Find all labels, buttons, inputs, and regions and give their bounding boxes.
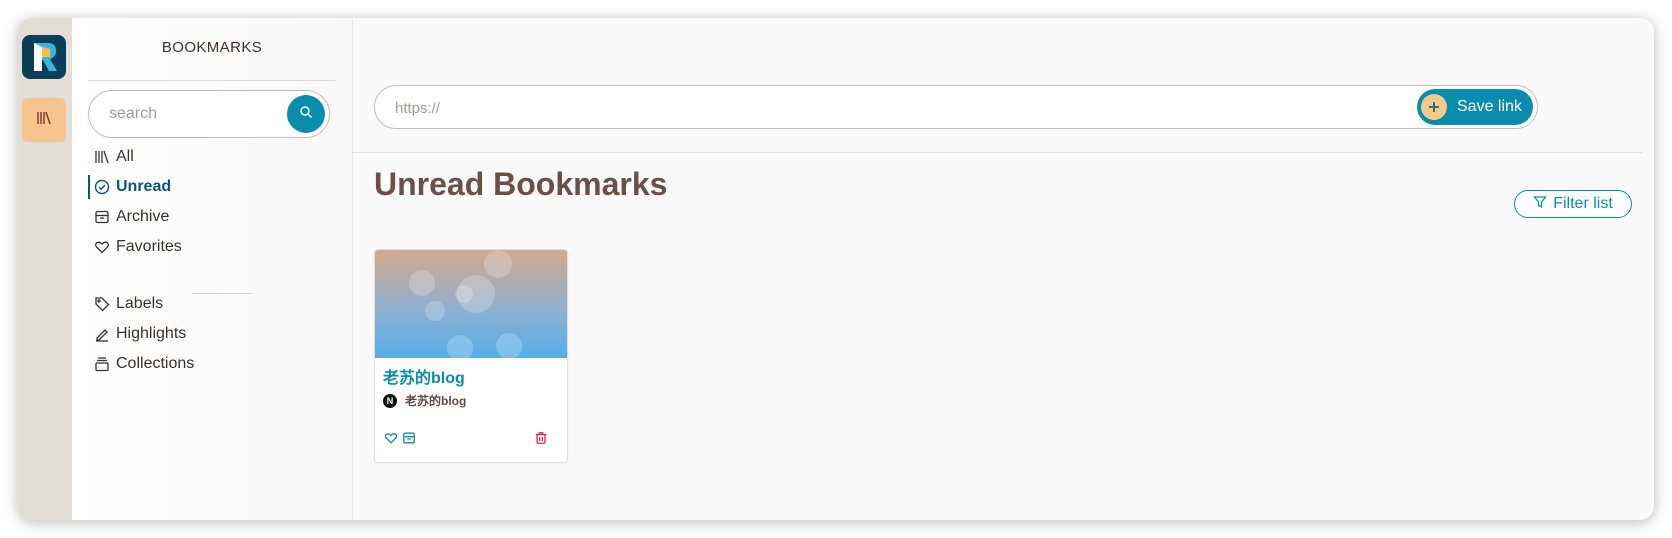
- tag-icon: [88, 296, 116, 312]
- sidebar-item-label: Highlights: [116, 325, 187, 342]
- card-site-name: 老苏的blog: [405, 394, 467, 408]
- delete-trash-icon[interactable]: [533, 430, 549, 446]
- card-title[interactable]: 老苏的blog: [383, 364, 465, 388]
- sidebar-item-highlights[interactable]: Highlights: [88, 320, 336, 348]
- highlighter-icon: [88, 326, 116, 342]
- filter-list-label: Filter list: [1553, 195, 1613, 212]
- url-bar: Save link: [374, 85, 1538, 129]
- sidebar-item-labels[interactable]: Labels: [88, 290, 336, 318]
- card-thumbnail: [375, 250, 567, 361]
- sidebar-item-label: Labels: [116, 295, 164, 312]
- main-content: Save link Unread Bookmarks Filter list: [352, 18, 1654, 520]
- favorite-heart-icon[interactable]: [383, 430, 399, 446]
- search-input[interactable]: [107, 101, 281, 127]
- bookmarks-rail-button[interactable]: [22, 98, 66, 142]
- sidebar-item-label: Collections: [116, 355, 195, 372]
- url-input[interactable]: [393, 95, 1397, 121]
- sidebar: BOOKMARKS All: [72, 18, 353, 520]
- filter-list-button[interactable]: Filter list: [1514, 190, 1632, 218]
- sidebar-item-all[interactable]: All: [88, 143, 336, 171]
- collections-icon: [88, 356, 116, 372]
- save-link-label: Save link: [1457, 98, 1522, 115]
- site-favicon: N: [383, 393, 397, 408]
- search-icon: [299, 105, 313, 124]
- card-source: N 老苏的blog: [383, 392, 466, 409]
- search-button[interactable]: [287, 95, 325, 133]
- plus-icon: [1421, 94, 1447, 120]
- library-icon: [88, 149, 116, 165]
- sidebar-item-label: All: [116, 148, 134, 165]
- page-title: Unread Bookmarks: [374, 166, 668, 202]
- library-icon: [36, 110, 52, 131]
- app-window: BOOKMARKS All: [18, 18, 1654, 520]
- check-circle-icon: [88, 179, 116, 195]
- sidebar-title: BOOKMARKS: [161, 39, 263, 56]
- filter-icon: [1533, 195, 1553, 214]
- icon-rail: [18, 18, 72, 520]
- sidebar-item-collections[interactable]: Collections: [88, 350, 336, 378]
- app-logo[interactable]: [22, 35, 66, 79]
- sidebar-item-label: Favorites: [116, 238, 182, 255]
- archive-icon: [88, 209, 116, 225]
- heart-icon: [88, 239, 116, 255]
- search-box: [88, 90, 330, 138]
- sidebar-divider: [88, 80, 336, 81]
- sidebar-item-unread[interactable]: Unread: [88, 173, 336, 201]
- sidebar-item-archive[interactable]: Archive: [88, 203, 336, 231]
- save-link-button[interactable]: Save link: [1417, 89, 1533, 125]
- card-actions: [375, 430, 567, 450]
- header-divider: [352, 152, 1642, 153]
- bookmark-card[interactable]: 老苏的blog N 老苏的blog: [374, 249, 568, 463]
- sidebar-item-favorites[interactable]: Favorites: [88, 233, 336, 261]
- sidebar-item-label: Unread: [116, 178, 172, 195]
- archive-icon[interactable]: [401, 430, 417, 446]
- sidebar-item-label: Archive: [116, 208, 170, 225]
